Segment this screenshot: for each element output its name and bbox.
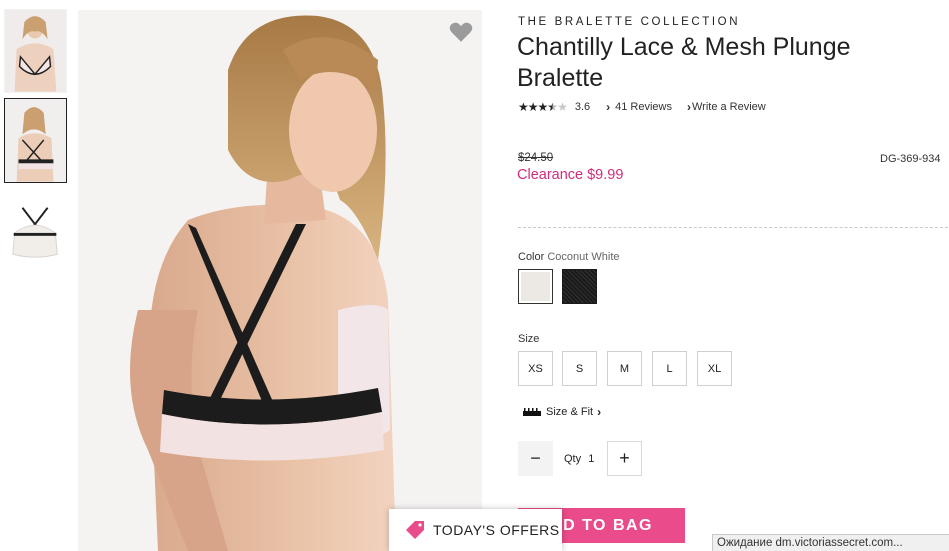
size-label: Size — [518, 333, 540, 345]
thumbnail-product-image — [5, 190, 66, 272]
thumbnail-back-image — [5, 99, 66, 182]
size-xl-button[interactable]: XL — [697, 351, 732, 386]
collection-name: THE BRALETTE COLLECTION — [518, 16, 741, 28]
reviews-link[interactable]: › 41 Reviews — [606, 100, 672, 114]
star-empty-icon: ★ — [557, 100, 568, 114]
quantity-display: Qty 1 — [564, 453, 594, 465]
write-review-link[interactable]: › Write a Review — [687, 100, 766, 114]
original-price: $24.50 — [518, 152, 554, 164]
product-main-image — [78, 10, 482, 551]
todays-offers-label: TODAY'S OFFERS — [433, 522, 560, 538]
todays-offers-button[interactable]: TODAY'S OFFERS — [389, 509, 562, 551]
rating-value: 3.6 — [574, 101, 591, 113]
write-review-label: Write a Review — [691, 101, 766, 113]
swatch-black[interactable] — [562, 269, 597, 304]
browser-status-bar: Ожидание dm.victoriassecret.com... — [712, 534, 949, 551]
divider — [518, 227, 948, 228]
size-m-button[interactable]: M — [607, 351, 642, 386]
quantity-value: 1 — [588, 453, 595, 465]
quantity-label: Qty — [564, 453, 582, 465]
star-half-icon: ★ — [547, 100, 558, 114]
thumbnail-product[interactable] — [4, 189, 67, 273]
rating-row: ★ ★ ★ ★ ★ 3.6 › 41 Reviews › Write a Rev… — [518, 99, 766, 115]
product-title: Chantilly Lace & Mesh Plunge Bralette — [517, 33, 851, 92]
swatch-coconut-white[interactable] — [518, 269, 553, 304]
color-label: Color Coconut White — [518, 251, 620, 263]
size-fit-label: Size & Fit — [546, 406, 594, 418]
thumbnail-front[interactable] — [4, 9, 67, 93]
favorite-heart-icon[interactable] — [448, 19, 474, 45]
quantity-increase-button[interactable]: + — [607, 441, 642, 476]
size-l-button[interactable]: L — [652, 351, 687, 386]
rating-stars: ★ ★ ★ ★ ★ — [518, 100, 568, 114]
chevron-right-icon: › — [686, 100, 691, 114]
size-fit-link[interactable]: Size & Fit › — [523, 405, 601, 419]
selected-color-name: Coconut White — [547, 251, 620, 263]
chevron-right-icon: › — [597, 405, 602, 419]
thumbnail-back[interactable] — [4, 98, 67, 183]
reviews-link-label: 41 Reviews — [615, 101, 672, 113]
quantity-decrease-button[interactable]: − — [518, 441, 553, 476]
color-label-text: Color — [518, 251, 545, 263]
chevron-right-icon: › — [606, 100, 611, 114]
clearance-price: Clearance $9.99 — [517, 167, 624, 183]
price-tag-icon — [406, 521, 424, 539]
size-xs-button[interactable]: XS — [518, 351, 553, 386]
size-s-button[interactable]: S — [562, 351, 597, 386]
thumbnail-front-image — [5, 10, 66, 92]
ruler-icon — [523, 408, 541, 416]
product-sku: DG-369-934 — [880, 153, 941, 165]
star-full-icon: ★ — [527, 100, 539, 114]
star-full-icon: ★ — [537, 100, 549, 114]
star-full-icon: ★ — [518, 100, 529, 114]
